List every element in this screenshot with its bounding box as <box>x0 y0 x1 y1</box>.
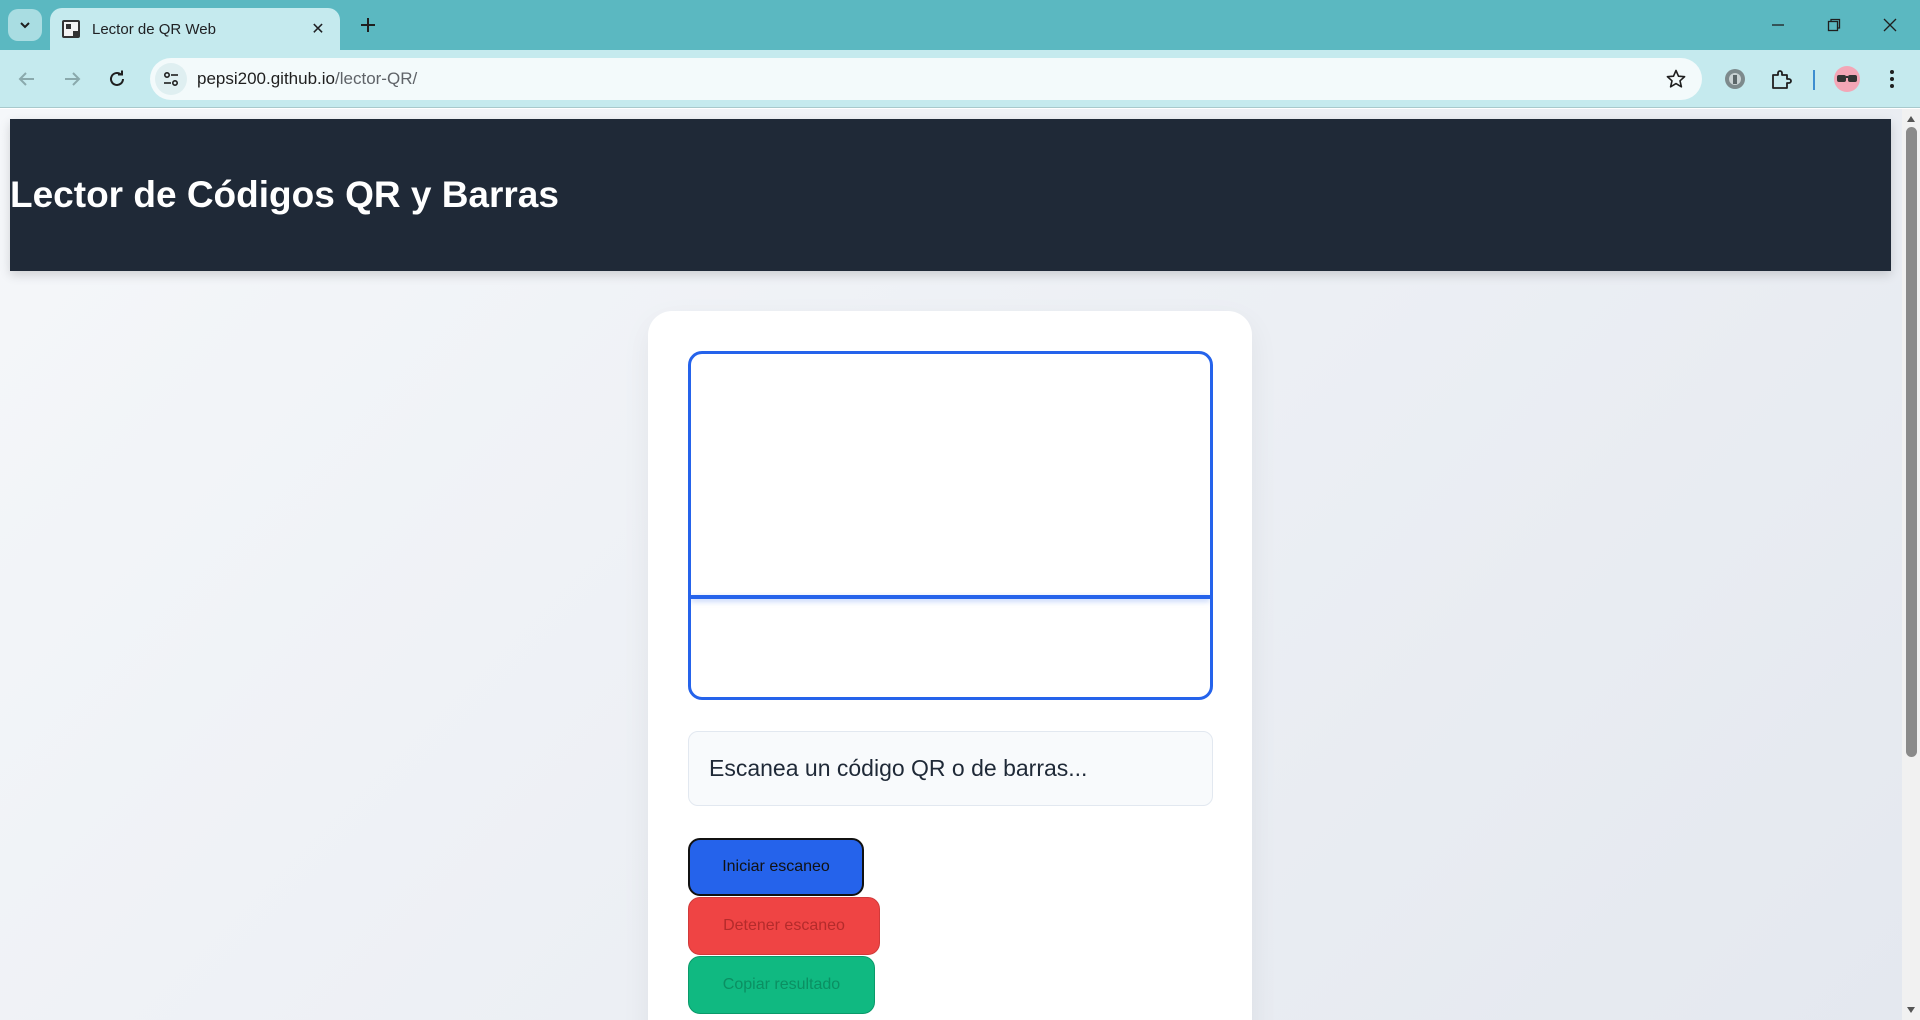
reload-icon <box>110 70 124 86</box>
chevron-down-icon <box>20 22 30 29</box>
browser-tab[interactable]: Lector de QR Web ✕ <box>50 8 340 50</box>
browser-menu-button[interactable] <box>1876 63 1908 95</box>
minimize-button[interactable] <box>1750 0 1806 50</box>
stop-scan-button[interactable]: Detener escaneo <box>688 897 880 955</box>
extension-badge-icon <box>1725 69 1745 89</box>
start-scan-button[interactable]: Iniciar escaneo <box>688 838 864 896</box>
page-header: Lector de Códigos QR y Barras <box>10 119 1891 271</box>
arrow-left-icon <box>18 72 34 86</box>
extensions-button[interactable] <box>1765 63 1797 95</box>
url-text[interactable]: pepsi200.github.io/lector-QR/ <box>197 69 1658 89</box>
scan-line <box>691 595 1210 599</box>
triangle-up-icon <box>1907 116 1915 122</box>
restore-button[interactable] <box>1806 0 1862 50</box>
browser-toolbar: pepsi200.github.io/lector-QR/ <box>0 50 1920 108</box>
scroll-down-button[interactable] <box>1902 1002 1920 1018</box>
scan-result: Escanea un código QR o de barras... <box>688 731 1213 806</box>
plus-icon <box>361 18 375 32</box>
page-viewport: Lector de Códigos QR y Barras Escanea un… <box>0 109 1920 1020</box>
url-domain: pepsi200.github.io <box>197 69 336 88</box>
back-button[interactable] <box>9 61 45 97</box>
tab-search-button[interactable] <box>8 9 42 41</box>
site-info-button[interactable] <box>155 63 187 95</box>
address-bar[interactable]: pepsi200.github.io/lector-QR/ <box>150 58 1702 100</box>
tune-icon <box>163 71 179 87</box>
bookmark-button[interactable] <box>1658 61 1694 97</box>
scanner-viewport <box>688 351 1213 700</box>
browser-titlebar: Lector de QR Web ✕ <box>0 0 1920 50</box>
reload-button[interactable] <box>99 61 135 97</box>
minimize-icon <box>1772 24 1784 26</box>
qr-code-favicon-icon <box>62 20 80 38</box>
tab-title: Lector de QR Web <box>92 20 216 38</box>
new-tab-button[interactable] <box>353 10 383 40</box>
scroll-up-button[interactable] <box>1902 111 1920 127</box>
close-window-button[interactable] <box>1862 0 1918 50</box>
close-icon <box>1883 18 1897 32</box>
scrollbar-thumb[interactable] <box>1906 127 1917 757</box>
kebab-menu-icon <box>1890 70 1894 88</box>
profile-avatar-button[interactable] <box>1831 63 1863 95</box>
star-icon <box>1666 69 1686 88</box>
scanner-card: Escanea un código QR o de barras... Inic… <box>648 311 1252 1020</box>
toolbar-divider <box>1813 70 1815 90</box>
arrow-right-icon <box>65 72 81 86</box>
vertical-scrollbar[interactable] <box>1902 109 1920 1020</box>
url-path: /lector-QR/ <box>335 69 418 88</box>
avatar-icon <box>1834 66 1860 92</box>
copy-result-button[interactable]: Copiar resultado <box>688 956 875 1014</box>
forward-button[interactable] <box>54 61 90 97</box>
extension-button[interactable] <box>1719 63 1751 95</box>
puzzle-icon <box>1772 70 1792 89</box>
page-title: Lector de Códigos QR y Barras <box>10 174 559 215</box>
close-icon[interactable]: ✕ <box>308 19 328 39</box>
restore-icon <box>1827 18 1841 32</box>
triangle-down-icon <box>1907 1007 1915 1013</box>
